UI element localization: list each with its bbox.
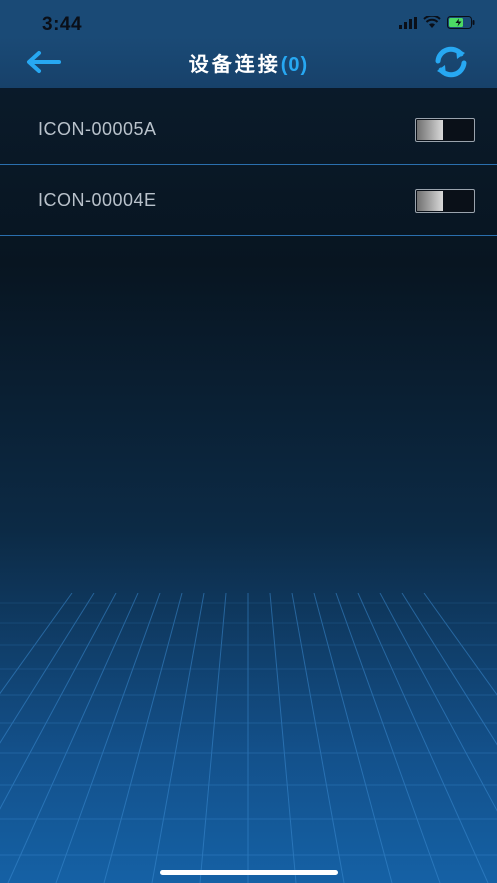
battery-charging-icon — [447, 16, 475, 29]
status-bar: 3:44 — [0, 0, 497, 36]
background-grid — [0, 593, 497, 883]
device-row: ICON-00005A — [0, 94, 497, 165]
refresh-button[interactable] — [429, 42, 473, 82]
toggle-knob — [417, 191, 443, 211]
device-connect-toggle[interactable] — [415, 118, 475, 142]
device-name: ICON-00005A — [38, 119, 157, 139]
device-count: (0) — [280, 54, 309, 76]
home-indicator[interactable] — [159, 870, 338, 875]
signal-icon — [399, 16, 417, 29]
device-connect-toggle[interactable] — [415, 189, 475, 213]
status-time: 3:44 — [42, 14, 83, 35]
device-name: ICON-00004E — [38, 190, 157, 210]
status-icons — [399, 16, 475, 29]
wifi-icon — [423, 16, 441, 28]
device-list: ICON-00005A ICON-00004E — [0, 94, 497, 236]
refresh-icon — [435, 46, 467, 78]
toggle-knob — [417, 120, 443, 140]
page-title: 设备连接(0) — [0, 48, 497, 77]
device-row: ICON-00004E — [0, 165, 497, 236]
page-title-text: 设备连接 — [188, 54, 281, 76]
navigation-bar: 设备连接(0) — [0, 36, 497, 88]
